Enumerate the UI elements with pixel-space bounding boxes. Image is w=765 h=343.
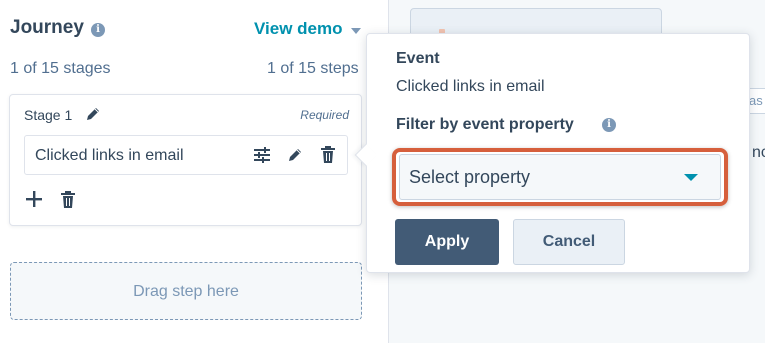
edit-step-pencil-icon[interactable] xyxy=(287,147,303,168)
view-demo-link[interactable]: View demo xyxy=(254,19,343,39)
chevron-down-icon[interactable] xyxy=(351,28,361,34)
add-step-plus-icon[interactable] xyxy=(26,191,42,212)
select-property-placeholder: Select property xyxy=(409,167,531,187)
edit-stage-pencil-icon[interactable] xyxy=(85,106,101,127)
required-label: Required xyxy=(300,108,349,122)
page-title: Journey xyxy=(10,17,84,38)
event-filter-popover: Event Clicked links in email Filter by e… xyxy=(354,33,750,273)
info-icon[interactable]: i xyxy=(91,23,105,37)
event-value: Clicked links in email xyxy=(396,78,545,95)
background-text: nc xyxy=(752,144,765,161)
caret-down-icon xyxy=(684,174,698,181)
delete-stage-trash-icon[interactable] xyxy=(60,191,76,214)
stage-card: Stage 1 Required Clicked links in email xyxy=(9,94,362,226)
step-item[interactable]: Clicked links in email xyxy=(24,135,348,175)
filter-sliders-icon[interactable] xyxy=(253,147,271,168)
info-icon[interactable]: i xyxy=(602,118,616,132)
step-label: Clicked links in email xyxy=(35,147,184,164)
apply-button[interactable]: Apply xyxy=(395,219,499,265)
stage-label: Stage 1 xyxy=(24,107,73,123)
cancel-button[interactable]: Cancel xyxy=(513,219,625,265)
delete-step-trash-icon[interactable] xyxy=(320,146,336,169)
event-heading: Event xyxy=(396,50,440,67)
stages-count: 1 of 15 stages xyxy=(10,60,111,77)
drop-zone-label: Drag step here xyxy=(133,283,239,300)
drag-step-drop-zone[interactable]: Drag step here xyxy=(10,262,362,320)
select-property-dropdown[interactable]: Select property xyxy=(399,154,721,200)
filter-heading: Filter by event property xyxy=(396,116,574,133)
steps-count: 1 of 15 steps xyxy=(267,60,359,77)
